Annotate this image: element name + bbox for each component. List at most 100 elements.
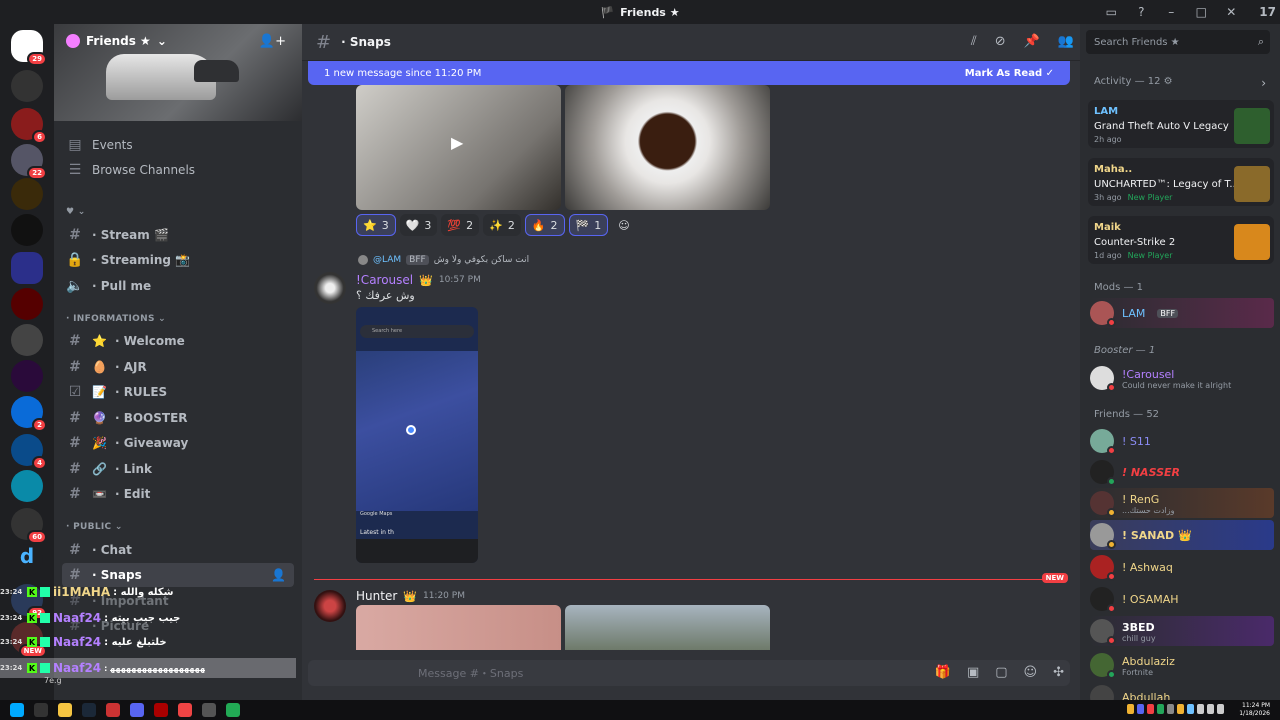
member-item[interactable]: ! OSAMAH — [1090, 584, 1274, 614]
member-item[interactable]: ! Ashwaq — [1090, 552, 1274, 582]
channel-chat[interactable]: # · Chat — [62, 538, 294, 562]
tray-icon[interactable] — [1177, 704, 1184, 714]
channel-giveaway[interactable]: # 🎉 · Giveaway — [62, 431, 294, 455]
tray-icon[interactable] — [1127, 704, 1134, 714]
app-icon[interactable] — [226, 703, 240, 717]
pin-icon[interactable]: 📌 — [1024, 34, 1040, 49]
member-item[interactable]: Abdulaziz Fortnite — [1090, 650, 1274, 680]
steam-icon[interactable] — [82, 703, 96, 717]
invite-people-icon[interactable]: 👤+ — [259, 34, 286, 49]
channel-link[interactable]: # 🔗 · Link — [62, 457, 294, 481]
member-item[interactable]: ! S11 — [1090, 426, 1274, 456]
image-attachment[interactable] — [565, 85, 770, 210]
system-clock[interactable]: 11:24 PM 1/18/2026 — [1239, 702, 1270, 718]
tray-icon[interactable] — [1157, 704, 1164, 714]
search-icon[interactable] — [34, 703, 48, 717]
close-button[interactable]: ✕ — [1223, 5, 1239, 19]
obs-icon[interactable] — [202, 703, 216, 717]
avatar[interactable] — [314, 272, 346, 304]
activity-card[interactable]: LAM Grand Theft Auto V Legacy 2h ago — [1088, 100, 1274, 148]
browser-icon[interactable] — [178, 703, 192, 717]
member-item[interactable]: ! RenG ...وزادت حستك — [1090, 488, 1274, 518]
sidebar-item-browse-channels[interactable]: ☰ Browse Channels — [62, 158, 294, 182]
reaction-sparkles[interactable]: ✨ 2 — [483, 214, 521, 236]
server-icon[interactable]: 22 — [11, 144, 47, 180]
tray-icon[interactable] — [1217, 704, 1224, 714]
server-folder-icon[interactable] — [11, 252, 43, 284]
play-icon[interactable]: ▶ — [451, 133, 467, 152]
tray-icon[interactable] — [1187, 704, 1194, 714]
mute-bell-icon[interactable]: ⊘ — [995, 34, 1006, 49]
server-icon[interactable] — [11, 288, 43, 320]
chevron-right-icon[interactable]: › — [1261, 76, 1266, 90]
member-list-icon[interactable]: 👥 — [1058, 34, 1074, 49]
emoji-icon[interactable]: ☺ — [1024, 665, 1038, 680]
tray-icon[interactable] — [1167, 704, 1174, 714]
direct-messages-icon[interactable]: 29 — [11, 30, 47, 66]
server-icon[interactable]: d — [11, 544, 43, 576]
gif-icon[interactable]: ▣ — [967, 665, 979, 680]
channel-stream[interactable]: # · Stream 🎬 — [62, 223, 294, 247]
start-icon[interactable] — [10, 703, 24, 717]
new-messages-bar[interactable]: 1 new message since 11:20 PM Mark As Rea… — [308, 61, 1070, 85]
mark-as-read-button[interactable]: Mark As Read ✓ — [965, 68, 1054, 79]
server-icon[interactable] — [11, 214, 43, 246]
image-attachment[interactable] — [356, 605, 561, 650]
tray-icon[interactable] — [1147, 704, 1154, 714]
channel-streaming[interactable]: 🔒 · Streaming 📸 — [62, 248, 294, 272]
server-icon[interactable] — [11, 324, 43, 356]
sidebar-item-events[interactable]: ▤ Events — [62, 133, 294, 157]
inbox-icon[interactable]: ▭ — [1103, 5, 1119, 19]
reaction-fire[interactable]: 🔥 2 — [524, 214, 565, 236]
map-screenshot-attachment[interactable]: Search here Google Maps Latest in th — [356, 307, 478, 563]
channel-booster[interactable]: # 🔮 · BOOSTER — [62, 406, 294, 430]
reaction-100[interactable]: 💯 2 — [441, 214, 480, 236]
activity-card[interactable]: Maha.. UNCHARTED™: Legacy of T... 3h ago… — [1088, 158, 1274, 206]
channel-ajr[interactable]: # 🥚 · AJR — [62, 355, 294, 379]
member-item[interactable]: LAM BFF — [1090, 298, 1274, 328]
category-public[interactable]: · PUBLIC ⌄ — [66, 522, 123, 532]
image-attachment[interactable] — [565, 605, 770, 650]
category-favorites[interactable]: ♥ ⌄ — [66, 207, 86, 217]
channel-welcome[interactable]: # ⭐ · Welcome — [62, 329, 294, 353]
channel-pull-me[interactable]: 🔈 · Pull me — [62, 274, 294, 298]
member-item[interactable]: 3BED chill guy — [1090, 616, 1274, 646]
channel-edit[interactable]: # 📼 · Edit — [62, 482, 294, 506]
server-icon[interactable]: 6 — [11, 108, 47, 144]
reply-reference[interactable]: @LAM BFF انت ساكن بكوفي ولا وش — [358, 255, 529, 265]
sticker-icon[interactable]: ▢ — [995, 665, 1007, 680]
add-member-icon[interactable]: 👤 — [271, 568, 286, 582]
minimize-button[interactable]: – — [1163, 5, 1179, 19]
reaction-star[interactable]: ⭐ 3 — [356, 214, 396, 236]
tray-icon[interactable] — [1197, 704, 1204, 714]
server-icon[interactable] — [11, 70, 43, 102]
server-icon[interactable]: 60 — [11, 508, 47, 544]
activity-heading[interactable]: Activity — 12 ⚙ — [1094, 76, 1173, 87]
threads-icon[interactable]: ⫽ — [971, 34, 977, 49]
member-item[interactable]: ! SANAD 👑 — [1090, 520, 1274, 550]
reaction-flag[interactable]: 🏁 1 — [568, 214, 609, 236]
gift-icon[interactable]: 🎁 — [935, 665, 951, 680]
app-icon[interactable] — [154, 703, 168, 717]
tray-icon[interactable] — [1137, 704, 1144, 714]
reaction-heart[interactable]: 🤍 3 — [399, 214, 438, 236]
video-attachment[interactable]: ▶ — [356, 85, 561, 210]
member-item[interactable]: !Carousel Could never make it alright — [1090, 363, 1274, 393]
app-icon[interactable] — [106, 703, 120, 717]
channel-rules[interactable]: ☑ 📝 · RULES — [62, 380, 294, 404]
server-name-dropdown[interactable]: Friends ★ ⌄ — [66, 34, 167, 48]
search-input[interactable]: Search Friends ★ ⌕ — [1086, 30, 1270, 54]
server-icon[interactable]: 2 — [11, 396, 47, 432]
tray-icon[interactable] — [1207, 704, 1214, 714]
avatar[interactable] — [314, 590, 346, 622]
help-icon[interactable]: ? — [1133, 5, 1149, 19]
add-reaction-icon[interactable]: ☺ — [612, 214, 635, 236]
server-icon[interactable] — [11, 360, 43, 392]
discord-icon[interactable] — [130, 703, 144, 717]
server-icon[interactable]: 4 — [11, 434, 47, 470]
maximize-button[interactable]: □ — [1193, 5, 1209, 19]
server-icon[interactable] — [11, 178, 43, 210]
member-item[interactable]: ! NASSER — [1090, 457, 1274, 487]
server-icon[interactable] — [11, 470, 43, 502]
file-explorer-icon[interactable] — [58, 703, 72, 717]
